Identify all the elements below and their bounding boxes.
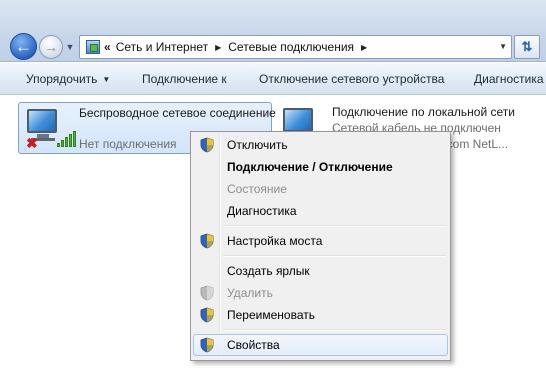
diagnostics-label: Диагностика [474,72,544,86]
uac-shield-icon [200,285,214,301]
address-bar[interactable]: « Сеть и Интернет ▶ Сетевые подключения … [79,35,512,59]
network-folder-icon [86,40,100,54]
menu-item-label: Создать ярлык [227,264,310,278]
forward-arrow-icon: → [44,39,58,55]
menu-item-label: Отключить [227,138,288,152]
uac-shield-icon [200,233,214,249]
wireless-network-icon: ✖ [25,107,76,151]
menu-item-label: Состояние [227,182,287,196]
navigation-bar: ← → ▼ « Сеть и Интернет ▶ Сетевые подклю… [0,0,546,62]
back-button[interactable]: ← [10,33,37,60]
command-toolbar: Упорядочить ▼ Подключение к Отключение се… [0,63,546,95]
breadcrumb-arrow-icon[interactable]: ▶ [215,43,221,52]
chevron-down-icon: ▼ [65,42,75,52]
menu-item-create-shortcut[interactable]: Создать ярлык [193,260,448,282]
menu-separator [223,252,448,260]
menu-item-connect-disconnect[interactable]: Подключение / Отключение [193,156,448,178]
back-arrow-icon: ← [15,36,32,56]
menu-item-properties[interactable]: Свойства [193,334,448,356]
menu-separator [223,326,448,334]
menu-item-label: Настройка моста [227,234,323,248]
connection-status: Нет подключения [79,137,177,151]
disconnected-x-icon: ✖ [26,135,38,151]
menu-item-delete[interactable]: Удалить [193,282,448,304]
menu-item-label: Свойства [227,338,280,352]
organize-button[interactable]: Упорядочить ▼ [26,63,111,94]
menu-item-rename[interactable]: Переименовать [193,304,448,326]
disable-device-button[interactable]: Отключение сетевого устройства [259,63,445,94]
breadcrumb-network-internet[interactable]: Сеть и Интернет [116,40,208,54]
menu-separator [223,222,448,230]
disable-device-label: Отключение сетевого устройства [259,72,445,86]
menu-item-disable[interactable]: Отключить [193,134,448,156]
hidden-crumbs-chevron[interactable]: « [104,40,111,54]
diagnostics-button[interactable]: Диагностика [474,63,544,94]
connect-to-label: Подключение к [142,72,227,86]
uac-shield-icon [200,137,214,153]
menu-item-status[interactable]: Состояние [193,178,448,200]
recent-pages-dropdown[interactable]: ▼ [64,40,76,54]
address-dropdown-icon[interactable]: ▼ [499,42,507,51]
connect-to-button[interactable]: Подключение к [142,63,227,94]
breadcrumb-arrow-icon[interactable]: ▶ [361,43,367,52]
context-menu: Отключить Подключение / Отключение Состо… [190,131,451,361]
uac-shield-icon [200,337,214,353]
breadcrumb-network-connections[interactable]: Сетевые подключения [228,40,354,54]
chevron-down-icon: ▼ [102,75,111,84]
connection-name: Беспроводное сетевое соединение [79,106,276,120]
menu-item-label: Переименовать [227,308,315,322]
organize-label: Упорядочить [26,72,98,86]
forward-button[interactable]: → [39,35,63,59]
refresh-icon: ⇅ [521,39,533,54]
menu-item-label: Подключение / Отключение [227,160,393,174]
menu-item-label: Удалить [227,286,273,300]
uac-shield-icon [200,307,214,323]
menu-item-bridge[interactable]: Настройка моста [193,230,448,252]
menu-item-label: Диагностика [227,204,297,218]
connection-name: Подключение по локальной сети [332,105,515,119]
menu-item-diagnostics[interactable]: Диагностика [193,200,448,222]
refresh-button[interactable]: ⇅ [514,35,540,59]
signal-strength-icon [57,129,77,147]
